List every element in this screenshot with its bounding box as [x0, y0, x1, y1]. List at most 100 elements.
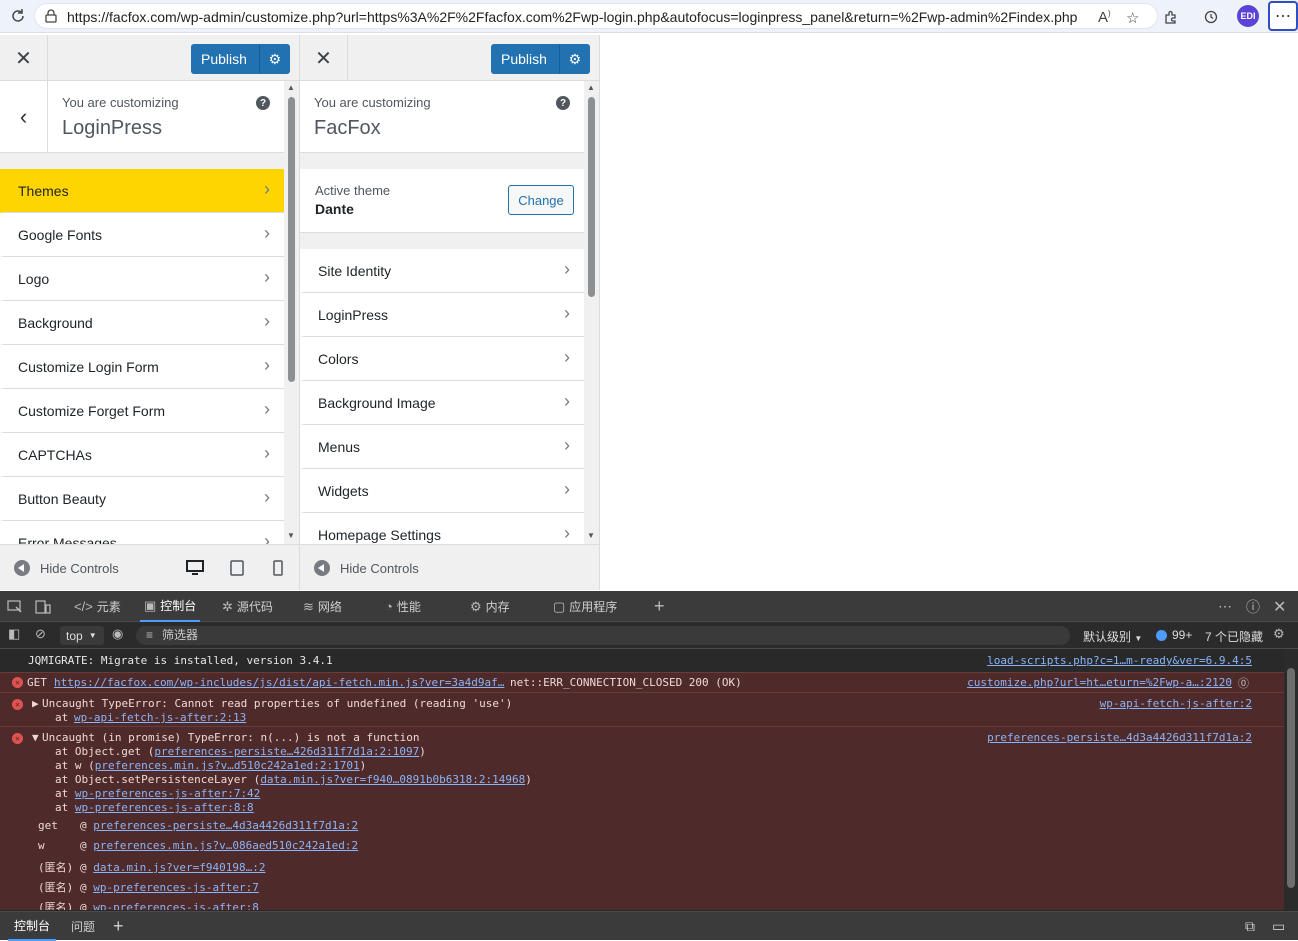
inspect-element-icon[interactable] — [7, 591, 23, 622]
hide-controls-button[interactable]: Hide Controls — [314, 560, 419, 576]
frame-link[interactable]: preferences-persiste…4d3a4426d311f7d1a:2 — [93, 819, 358, 832]
frame-link[interactable]: wp-preferences-js-after:8 — [93, 901, 259, 910]
frame-link[interactable]: data.min.js?ver=f940198…:2 — [93, 861, 265, 874]
close-devtools-icon[interactable]: ✕ — [1273, 591, 1286, 622]
tab-network[interactable]: ≋ 网络 — [303, 591, 342, 622]
drawer-tab-issues[interactable]: 问题 — [71, 912, 95, 941]
section-customize-login-form[interactable]: Customize Login Form › — [0, 345, 284, 389]
device-emulation-icon[interactable] — [35, 591, 51, 622]
extensions-icon[interactable] — [1160, 6, 1182, 28]
mobile-preview-icon[interactable] — [268, 558, 288, 578]
hide-controls-button[interactable]: Hide Controls — [14, 560, 119, 576]
panel-scrollbar[interactable]: ▲ ▼ — [285, 81, 297, 544]
tab-elements[interactable]: </> 元素 — [74, 591, 121, 622]
message-count-badge[interactable]: 99+ — [1156, 628, 1192, 642]
desktop-preview-icon[interactable] — [185, 558, 205, 578]
change-theme-button[interactable]: Change — [508, 185, 574, 215]
log-source-link[interactable]: preferences-persiste…4d3a4426d311f7d1a:2 — [987, 731, 1252, 744]
read-aloud-icon[interactable]: A) — [1098, 9, 1111, 26]
dock-side-icon[interactable]: ⧉ — [1245, 912, 1255, 941]
gear-icon[interactable]: ⚙ — [260, 51, 290, 68]
frame-link[interactable]: wp-preferences-js-after:7 — [93, 881, 259, 894]
address-bar[interactable]: https://facfox.com/wp-admin/customize.ph… — [34, 3, 1158, 29]
tablet-preview-icon[interactable] — [227, 558, 247, 578]
favorite-star-icon[interactable]: ☆ — [1126, 9, 1139, 27]
tab-memory[interactable]: ⚙ 内存 — [470, 591, 510, 622]
stack-link[interactable]: wp-preferences-js-after:7:42 — [75, 787, 260, 800]
log-source-link[interactable]: wp-api-fetch-js-after:2 — [1100, 697, 1252, 710]
console-filter-input[interactable]: ≡ 筛选器 — [136, 626, 1070, 645]
section-button-beauty[interactable]: Button Beauty › — [0, 477, 284, 521]
expand-drawer-icon[interactable]: ▭ — [1272, 912, 1285, 941]
section-menus[interactable]: Menus › — [300, 425, 584, 469]
add-tab-icon[interactable]: + — [654, 591, 665, 622]
sidebar-toggle-icon[interactable]: ◧ — [8, 626, 20, 642]
console-scrollbar[interactable] — [1284, 650, 1298, 910]
scrollbar-thumb[interactable] — [588, 97, 595, 297]
stack-link[interactable]: wp-api-fetch-js-after:2:13 — [74, 711, 246, 724]
stack-link[interactable]: preferences.min.js?v…d510c242a1ed:2:1701 — [95, 759, 360, 772]
section-logo[interactable]: Logo › — [0, 257, 284, 301]
add-drawer-tab-icon[interactable]: + — [113, 912, 124, 941]
drawer-tab-console[interactable]: 控制台 — [8, 912, 57, 941]
section-background-image[interactable]: Background Image › — [300, 381, 584, 425]
stack-link[interactable]: wp-preferences-js-after:8:8 — [75, 801, 254, 814]
network-panel-icon[interactable]: ⓪ — [1238, 675, 1249, 691]
browser-menu-icon[interactable]: ⋯ — [1268, 1, 1298, 31]
publish-label[interactable]: Publish — [491, 44, 560, 74]
section-background[interactable]: Background › — [0, 301, 284, 345]
expand-triangle-icon[interactable]: ▶ — [32, 697, 39, 710]
context-select[interactable]: top ▼ — [60, 626, 104, 645]
scroll-down-icon[interactable]: ▼ — [587, 531, 595, 540]
hidden-count[interactable]: 7 个已隐藏 — [1205, 628, 1263, 645]
lock-icon[interactable] — [43, 8, 59, 24]
log-source-link[interactable]: customize.php?url=ht…eturn=%2Fwp-a…:2120 — [967, 676, 1232, 689]
back-chevron-icon[interactable]: ‹ — [0, 81, 48, 153]
scroll-down-icon[interactable]: ▼ — [287, 531, 295, 540]
scroll-up-icon[interactable]: ▲ — [587, 83, 595, 92]
section-google-fonts[interactable]: Google Fonts › — [0, 213, 284, 257]
collapse-triangle-icon[interactable]: ▼ — [32, 731, 39, 744]
log-level-select[interactable]: 默认级别 ▼ — [1083, 628, 1142, 645]
console-settings-gear-icon[interactable]: ⚙ — [1273, 626, 1285, 642]
tab-sources[interactable]: ✲ 源代码 — [222, 591, 273, 622]
stack-link[interactable]: data.min.js?ver=f940…0891b0b6318:2:14968 — [260, 773, 525, 786]
clear-console-icon[interactable]: ⊘ — [35, 626, 46, 642]
more-options-icon[interactable]: ⋯ — [1218, 591, 1232, 622]
section-colors[interactable]: Colors › — [300, 337, 584, 381]
log-url-link[interactable]: https://facfox.com/wp-includes/js/dist/a… — [54, 676, 504, 689]
profile-avatar[interactable]: EDI — [1237, 5, 1259, 27]
section-label: CAPTCHAs — [18, 447, 92, 463]
panel-scrollbar[interactable]: ▲ ▼ — [585, 81, 597, 544]
log-source-link[interactable]: load-scripts.php?c=1…m-ready&ver=6.9.4:5 — [987, 654, 1252, 667]
history-icon[interactable] — [1200, 6, 1222, 28]
url-text[interactable]: https://facfox.com/wp-admin/customize.ph… — [67, 9, 1077, 25]
refresh-icon[interactable] — [6, 5, 30, 27]
scrollbar-thumb[interactable] — [288, 97, 295, 382]
section-loginpress[interactable]: LoginPress › — [300, 293, 584, 337]
close-icon[interactable]: ✕ — [300, 35, 348, 81]
help-icon[interactable]: ? — [256, 96, 270, 110]
section-widgets[interactable]: Widgets › — [300, 469, 584, 513]
console-filterbar: ◧ ⊘ top ▼ ◉ ≡ 筛选器 默认级别 ▼ 99+ 7 个已隐藏 ⚙ — [0, 622, 1298, 649]
section-captchas[interactable]: CAPTCHAs › — [0, 433, 284, 477]
publish-button[interactable]: Publish ⚙ — [491, 44, 590, 74]
frame-link[interactable]: preferences.min.js?v…086aed510c242a1ed:2 — [93, 839, 358, 852]
tab-application[interactable]: ▢ 应用程序 — [553, 591, 617, 622]
close-icon[interactable]: ✕ — [0, 35, 48, 81]
section-customize-forget-form[interactable]: Customize Forget Form › — [0, 389, 284, 433]
help-circle-icon[interactable]: ⓘ — [1246, 591, 1260, 622]
live-expression-icon[interactable]: ◉ — [112, 626, 123, 642]
stack-link[interactable]: preferences-persiste…426d311f7d1a:2:1097 — [154, 745, 419, 758]
publish-label[interactable]: Publish — [191, 44, 260, 74]
scrollbar-thumb[interactable] — [1287, 668, 1295, 888]
scroll-up-icon[interactable]: ▲ — [287, 83, 295, 92]
gear-icon[interactable]: ⚙ — [560, 51, 590, 68]
help-icon[interactable]: ? — [556, 96, 570, 110]
section-themes[interactable]: Themes › — [0, 169, 284, 213]
tab-performance[interactable]: ◔ 性能 — [385, 591, 421, 622]
log-method: GET — [27, 676, 47, 689]
tab-console[interactable]: ▣ 控制台 — [140, 591, 201, 622]
section-site-identity[interactable]: Site Identity › — [300, 249, 584, 293]
publish-button[interactable]: Publish ⚙ — [191, 44, 290, 74]
